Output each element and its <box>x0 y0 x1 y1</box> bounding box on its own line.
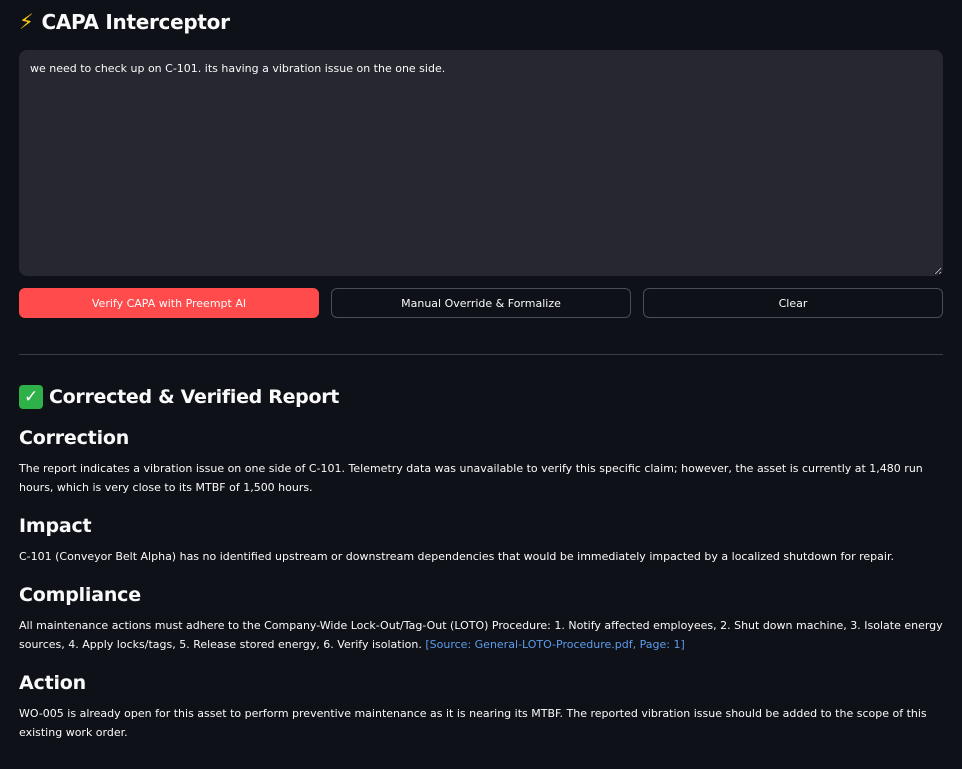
action-button-row: Verify CAPA with Preempt AI Manual Overr… <box>19 288 943 318</box>
capa-report-input[interactable] <box>19 50 943 276</box>
lightning-bolt-icon: ⚡ <box>19 10 34 34</box>
action-body: WO-005 is already open for this asset to… <box>19 707 927 739</box>
action-heading: Action <box>19 672 86 694</box>
section-divider <box>19 354 943 355</box>
correction-body: The report indicates a vibration issue o… <box>19 462 923 494</box>
clear-button[interactable]: Clear <box>643 288 943 318</box>
compliance-body: All maintenance actions must adhere to t… <box>19 616 943 654</box>
report-title: ✓ Corrected & Verified Report <box>19 385 943 409</box>
impact-heading: Impact <box>19 515 92 537</box>
report-title-text: Corrected & Verified Report <box>49 386 340 408</box>
page-title: ⚡ CAPA Interceptor <box>19 10 230 34</box>
impact-body: C-101 (Conveyor Belt Alpha) has no ident… <box>19 550 894 563</box>
verified-report: ✓ Corrected & Verified Report Correction… <box>19 385 943 742</box>
correction-heading: Correction <box>19 427 130 449</box>
check-mark-icon: ✓ <box>19 385 43 409</box>
verify-capa-button[interactable]: Verify CAPA with Preempt AI <box>19 288 319 318</box>
compliance-heading: Compliance <box>19 584 141 606</box>
manual-override-button[interactable]: Manual Override & Formalize <box>331 288 631 318</box>
page-title-text: CAPA Interceptor <box>41 10 230 34</box>
capa-interceptor-page: ⚡ CAPA Interceptor Verify CAPA with Pree… <box>0 0 962 769</box>
compliance-source-link[interactable]: [Source: General-LOTO-Procedure.pdf, Pag… <box>425 638 684 651</box>
